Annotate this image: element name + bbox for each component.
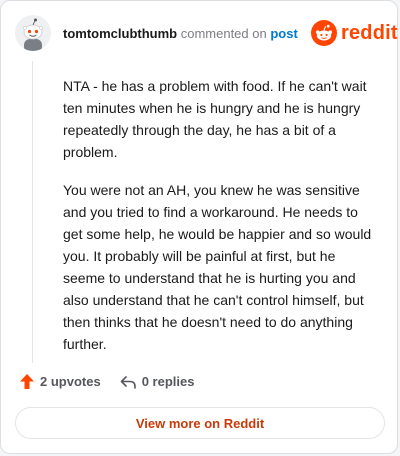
reply-count: 0 replies xyxy=(141,374,195,389)
upvote-count: 2 upvotes xyxy=(40,374,101,389)
upvote-button[interactable]: 2 upvotes xyxy=(19,373,101,390)
reply-button[interactable]: 0 replies xyxy=(119,374,195,390)
reddit-logo-icon xyxy=(311,20,337,46)
view-more-button[interactable]: View more on Reddit xyxy=(15,407,385,439)
comment-embed-card: tomtomclubthumb commented on post reddit… xyxy=(0,0,398,454)
reddit-brand[interactable]: reddit xyxy=(311,20,398,46)
comment-actions: 2 upvotes 0 replies xyxy=(19,373,194,390)
user-avatar[interactable] xyxy=(15,15,51,51)
action-text: commented on xyxy=(180,26,267,41)
view-more-label: View more on Reddit xyxy=(135,415,265,431)
snoo-avatar-icon xyxy=(15,15,51,51)
post-link[interactable]: post xyxy=(270,26,297,41)
username-link[interactable]: tomtomclubthumb xyxy=(63,26,177,41)
comment-paragraph: You were not an AH, you knew he was sens… xyxy=(63,182,372,352)
comment-header: tomtomclubthumb commented on post xyxy=(63,26,298,42)
reply-arrow-icon xyxy=(120,375,136,389)
reddit-wordmark: reddit xyxy=(341,21,398,44)
comment-paragraph: NTA - he has a problem with food. If he … xyxy=(63,78,367,160)
thread-line xyxy=(32,61,33,363)
comment-body: NTA - he has a problem with food. If he … xyxy=(63,75,381,371)
upvote-arrow-icon xyxy=(20,374,34,389)
